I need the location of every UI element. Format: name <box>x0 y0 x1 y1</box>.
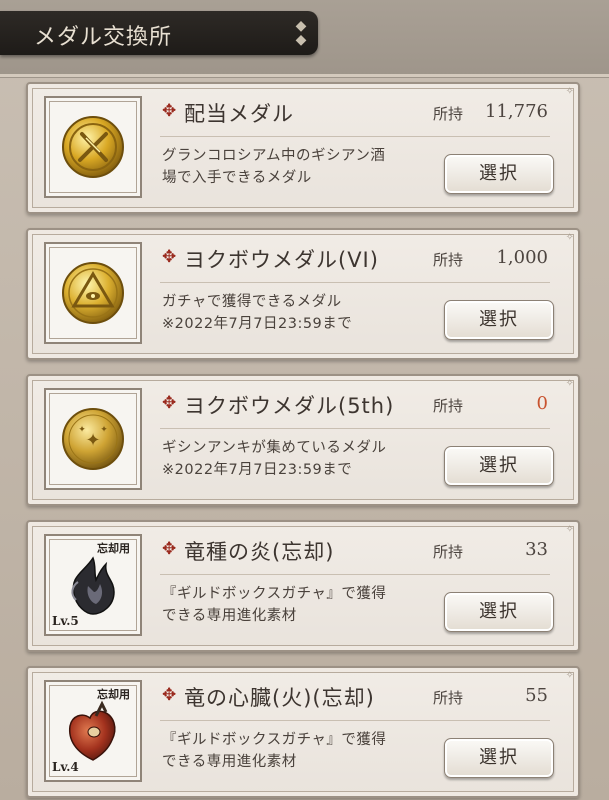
medal-thumbnail <box>44 242 142 344</box>
description-line: ギシンアンキが集めているメダル <box>162 440 387 456</box>
owned-count: 0 <box>536 393 548 414</box>
item-description: 『ギルドボックスガチャ』で獲得 できる専用進化素材 <box>162 583 442 627</box>
item-description: 『ギルドボックスガチャ』で獲得 できる専用進化素材 <box>162 729 442 773</box>
bullet-icon: ✥ <box>162 685 177 705</box>
item-description: ギシンアンキが集めているメダル ※2022年7月7日23:59まで <box>162 437 442 481</box>
owned-count: 33 <box>525 539 548 560</box>
select-button[interactable]: 選択 <box>444 446 554 486</box>
gold-medal-crossed-swords-icon <box>62 116 124 178</box>
divider <box>160 574 550 575</box>
material-card-dragon-flame: ✧ 忘却用 Lv.5 ✥ 竜種の炎(忘却) 所持 33 『ギルドボックスガチャ』… <box>26 520 580 652</box>
description-line: 『ギルドボックスガチャ』で獲得 <box>162 586 387 602</box>
description-line: ※2022年7月7日23:59まで <box>162 316 353 332</box>
owned-count: 1,000 <box>496 247 548 268</box>
item-name: 竜種の炎(忘却) <box>184 540 335 564</box>
medal-card-yokubou-vi: ✧ ✥ ヨクボウメダル(VI) 所持 1,000 ガチャで獲得できるメダル ※2… <box>26 228 580 360</box>
bullet-icon: ✥ <box>162 101 177 121</box>
select-button[interactable]: 選択 <box>444 738 554 778</box>
level-badge: Lv.5 <box>52 614 79 628</box>
select-button[interactable]: 選択 <box>444 154 554 194</box>
medal-card-yokubou-5th: ✧ ✦ ✦ ✦ ✥ ヨクボウメダル(5th) 所持 0 ギシンアンキが集めている… <box>26 374 580 506</box>
description-line: できる専用進化素材 <box>162 754 297 770</box>
description-line: できる専用進化素材 <box>162 608 297 624</box>
gold-medal-stars-icon: ✦ ✦ ✦ <box>62 408 124 470</box>
divider <box>160 428 550 429</box>
medal-card-haito: ✧ ✥ 配当メダル 所持 11,776 グランコロシアム中のギシアン酒 場で入手… <box>26 82 580 214</box>
owned-label: 所持 <box>433 251 464 269</box>
svg-text:✦: ✦ <box>100 425 108 435</box>
header: メダル交換所 ◆ ◆ <box>0 0 609 78</box>
owned-count: 55 <box>525 685 548 706</box>
bullet-icon: ✥ <box>162 393 177 413</box>
material-thumbnail: 忘却用 Lv.4 <box>44 680 142 782</box>
description-line: グランコロシアム中のギシアン酒 <box>162 148 386 164</box>
bullet-icon: ✥ <box>162 539 177 559</box>
item-name: ヨクボウメダル(VI) <box>184 248 379 272</box>
medal-thumbnail <box>44 96 142 198</box>
bullet-icon: ✥ <box>162 247 177 267</box>
item-description: ガチャで獲得できるメダル ※2022年7月7日23:59まで <box>162 291 442 335</box>
owned-label: 所持 <box>433 543 464 561</box>
item-description: グランコロシアム中のギシアン酒 場で入手できるメダル <box>162 145 442 189</box>
owned-label: 所持 <box>433 689 464 707</box>
medal-thumbnail: ✦ ✦ ✦ <box>44 388 142 490</box>
material-card-dragon-heart: ✧ 忘却用 Lv.4 ✥ 竜の心臓(火)(忘却) 所持 55 『ギルドボックスガ… <box>26 666 580 798</box>
ornament-icon: ◆ ◆ <box>295 18 307 48</box>
divider <box>160 282 550 283</box>
header-divider <box>0 74 609 77</box>
corner-ornament-icon: ✧ <box>565 524 574 535</box>
corner-ornament-icon: ✧ <box>565 378 574 389</box>
description-line: 『ギルドボックスガチャ』で獲得 <box>162 732 387 748</box>
material-thumbnail: 忘却用 Lv.5 <box>44 534 142 636</box>
gold-medal-eye-triangle-icon <box>62 262 124 324</box>
svg-text:✦: ✦ <box>85 430 100 451</box>
forget-badge: 忘却用 <box>97 688 130 701</box>
corner-ornament-icon: ✧ <box>565 670 574 681</box>
owned-label: 所持 <box>433 397 464 415</box>
description-line: ※2022年7月7日23:59まで <box>162 462 353 478</box>
divider <box>160 720 550 721</box>
corner-ornament-icon: ✧ <box>565 232 574 243</box>
level-badge: Lv.4 <box>52 760 79 774</box>
description-line: 場で入手できるメダル <box>162 170 312 186</box>
item-name: 配当メダル <box>184 102 294 126</box>
title-bar: メダル交換所 ◆ ◆ <box>0 11 318 55</box>
svg-text:✦: ✦ <box>78 425 86 435</box>
forget-badge: 忘却用 <box>97 542 130 555</box>
select-button[interactable]: 選択 <box>444 300 554 340</box>
owned-count: 11,776 <box>485 101 548 122</box>
page-title: メダル交換所 <box>34 25 173 50</box>
description-line: ガチャで獲得できるメダル <box>162 294 342 310</box>
item-name: ヨクボウメダル(5th) <box>184 394 395 418</box>
divider <box>160 136 550 137</box>
select-button[interactable]: 選択 <box>444 592 554 632</box>
owned-label: 所持 <box>433 105 464 123</box>
corner-ornament-icon: ✧ <box>565 86 574 97</box>
item-name: 竜の心臓(火)(忘却) <box>184 686 375 710</box>
